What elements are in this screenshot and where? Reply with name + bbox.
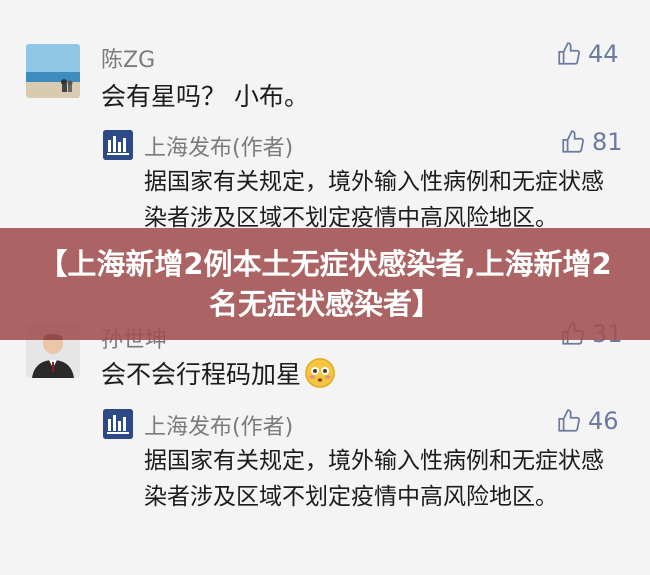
comment-text: 会有星吗？ 小布。 bbox=[101, 82, 309, 111]
reply-text: 据国家有关规定，境外输入性病例和无症状感染者涉及区域不划定疫情中高风险地区。 bbox=[144, 169, 604, 231]
shanghai-fabu-logo[interactable] bbox=[103, 130, 133, 160]
like-count: 46 bbox=[588, 407, 619, 435]
comment-text: 会不会行程码加星 bbox=[101, 360, 302, 389]
thumbs-up-icon bbox=[562, 130, 584, 153]
thumbs-up-icon bbox=[558, 409, 580, 432]
flushed-face-emoji-icon bbox=[305, 358, 336, 388]
comment-text-row: 会不会行程码加星 bbox=[101, 358, 336, 392]
thumbs-up-icon bbox=[558, 42, 580, 65]
reply-like-button[interactable]: 81 bbox=[560, 128, 623, 156]
like-button[interactable]: 44 bbox=[556, 40, 619, 68]
commenter-name[interactable]: 陈ZG bbox=[101, 42, 155, 74]
reply-text: 据国家有关规定，境外输入性病例和无症状感染者涉及区域不划定疫情中高风险地区。 bbox=[144, 448, 604, 510]
banner-title: 【上海新增2例本土无症状感染者,上海新增2名无症状感染者】 bbox=[38, 247, 612, 321]
reply-author-name[interactable]: 上海发布(作者) bbox=[144, 130, 293, 162]
like-count: 81 bbox=[592, 128, 623, 156]
like-count: 44 bbox=[588, 40, 619, 68]
headline-banner: 【上海新增2例本土无症状感染者,上海新增2名无症状感染者】 bbox=[0, 228, 650, 340]
reply-like-button[interactable]: 46 bbox=[556, 407, 619, 435]
reply-author-name[interactable]: 上海发布(作者) bbox=[144, 409, 293, 441]
avatar[interactable] bbox=[26, 44, 80, 98]
shanghai-fabu-logo[interactable] bbox=[103, 409, 133, 439]
